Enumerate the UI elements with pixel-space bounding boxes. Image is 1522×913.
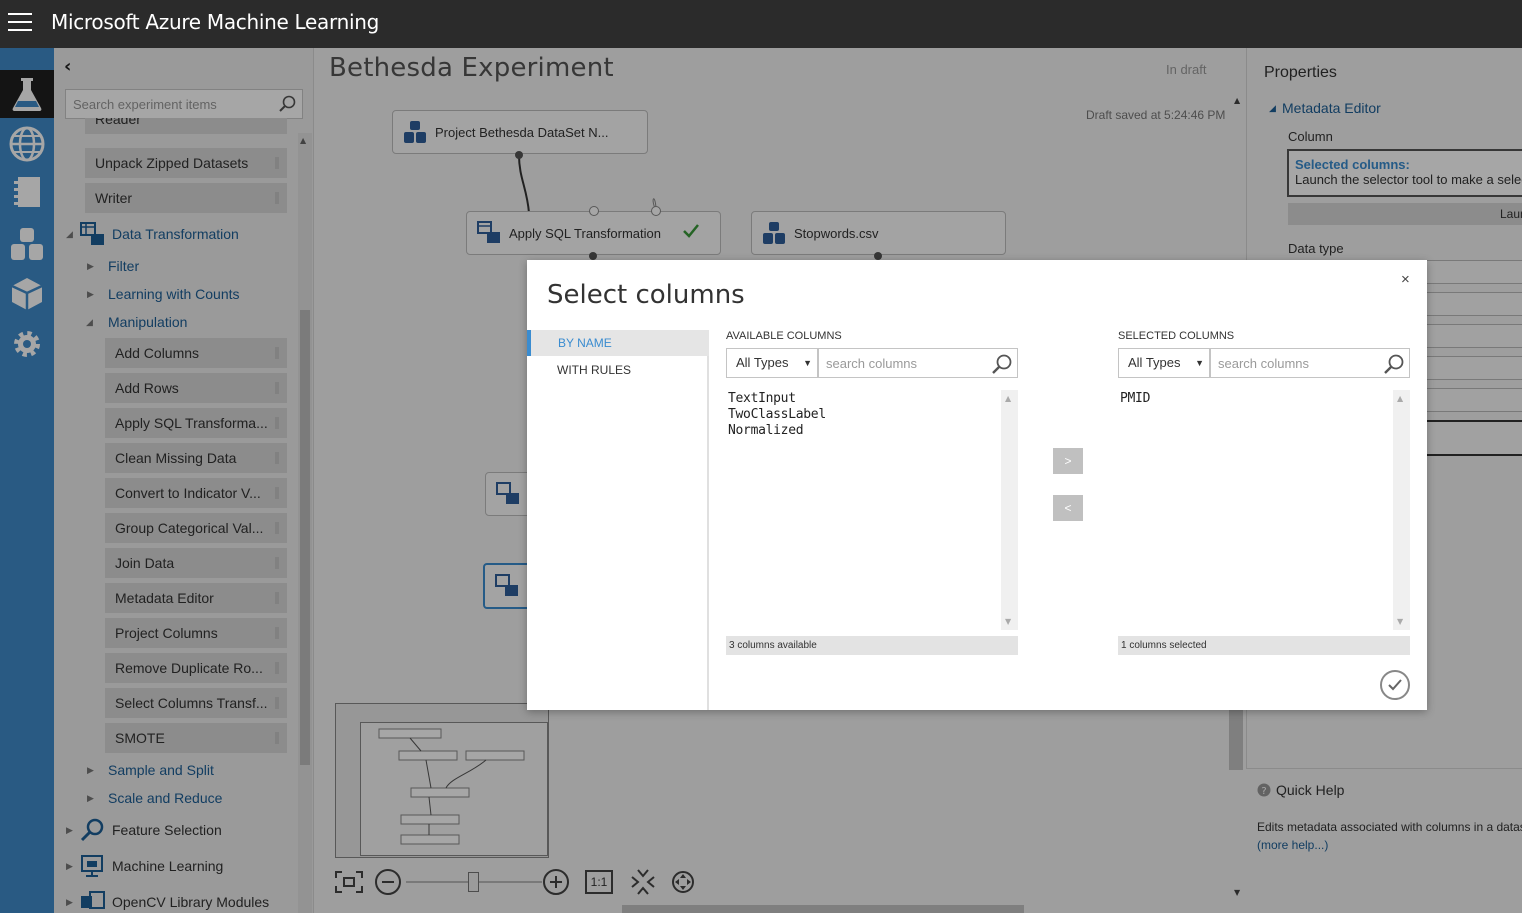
list-scrollbar[interactable]: ▲ ▼ xyxy=(1393,390,1410,630)
dropdown-caret-icon: ▼ xyxy=(803,358,812,368)
selected-search xyxy=(1210,348,1410,378)
close-icon[interactable]: × xyxy=(1401,271,1410,288)
available-search-input[interactable] xyxy=(824,355,988,372)
remove-column-button[interactable]: < xyxy=(1053,495,1083,521)
scroll-up-icon[interactable]: ▲ xyxy=(1005,394,1011,403)
type-select-value: All Types xyxy=(1128,355,1181,370)
scroll-down-icon[interactable]: ▼ xyxy=(1005,617,1011,626)
dialog-nav xyxy=(527,330,709,710)
dropdown-caret-icon: ▼ xyxy=(1195,358,1204,368)
selected-count: 1 columns selected xyxy=(1118,636,1410,655)
available-count: 3 columns available xyxy=(726,636,1018,655)
available-columns-list: TextInput TwoClassLabel Normalized ▲ ▼ xyxy=(726,390,1018,630)
available-search xyxy=(818,348,1018,378)
selected-search-input[interactable] xyxy=(1216,355,1380,372)
tab-by-name[interactable]: BY NAME xyxy=(527,330,709,356)
dialog-title: Select columns xyxy=(547,280,745,310)
checkmark-icon xyxy=(1388,679,1402,691)
list-item[interactable]: Normalized xyxy=(728,423,826,439)
scroll-down-icon[interactable]: ▼ xyxy=(1397,617,1403,626)
hamburger-menu-icon[interactable] xyxy=(8,13,32,33)
search-icon[interactable] xyxy=(991,353,1013,375)
scroll-up-icon[interactable]: ▲ xyxy=(1397,394,1403,403)
list-item[interactable]: TextInput xyxy=(728,391,826,407)
available-type-select[interactable]: All Types ▼ xyxy=(726,348,818,378)
add-column-button[interactable]: > xyxy=(1053,448,1083,474)
selected-type-select[interactable]: All Types ▼ xyxy=(1118,348,1210,378)
selected-columns-header: SELECTED COLUMNS xyxy=(1118,330,1235,342)
type-select-value: All Types xyxy=(736,355,789,370)
list-item[interactable]: PMID xyxy=(1120,391,1150,407)
list-item[interactable]: TwoClassLabel xyxy=(728,407,826,423)
confirm-button[interactable] xyxy=(1380,670,1410,700)
search-icon[interactable] xyxy=(1383,353,1405,375)
available-columns-header: AVAILABLE COLUMNS xyxy=(726,330,842,342)
tab-with-rules[interactable]: WITH RULES xyxy=(557,363,631,377)
selected-columns-list: PMID ▲ ▼ xyxy=(1118,390,1410,630)
list-scrollbar[interactable]: ▲ ▼ xyxy=(1001,390,1018,630)
app-title: Microsoft Azure Machine Learning xyxy=(51,10,379,34)
